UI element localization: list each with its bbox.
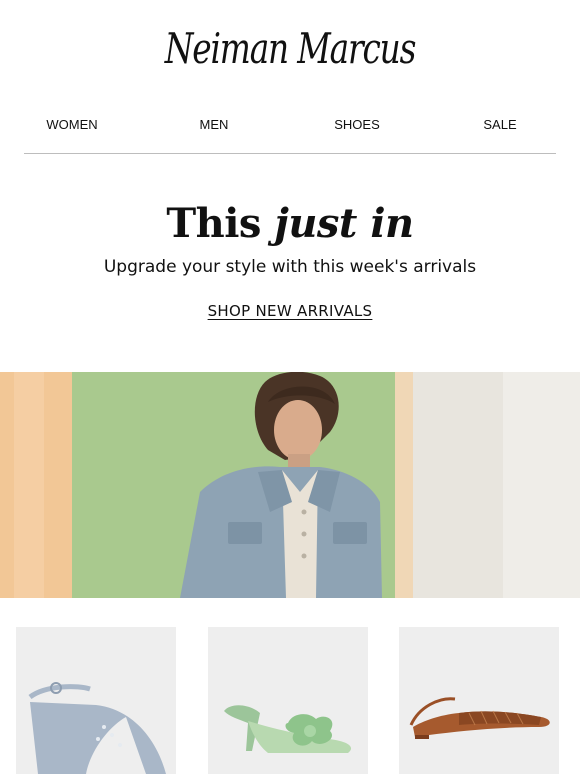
promo-subhead: Upgrade your style with this week's arri… (103, 257, 477, 277)
nav-item-men[interactable]: MEN (200, 117, 229, 132)
promo-headline: This just in (0, 200, 580, 247)
main-nav: WOMEN MEN SHOES SALE (0, 117, 580, 133)
shop-new-arrivals-link[interactable]: SHOP NEW ARRIVALS (208, 302, 373, 320)
sandal-icon (16, 627, 176, 774)
hero-illustration (0, 372, 580, 598)
nav-item-women[interactable]: WOMEN (46, 117, 97, 132)
hero-image[interactable] (0, 372, 580, 598)
nav-item-sale[interactable]: SALE (483, 117, 516, 132)
flat-shoe-icon (399, 627, 559, 774)
mule-icon (208, 627, 368, 774)
product-card-mule[interactable] (208, 627, 368, 774)
brand-logo[interactable]: Neiman Marcus (64, 24, 516, 73)
product-card-sandal[interactable] (16, 627, 176, 774)
cta-wrapper: SHOP NEW ARRIVALS (0, 302, 580, 321)
product-card-flat[interactable] (399, 627, 559, 774)
nav-divider (24, 153, 556, 154)
headline-plain: This (166, 200, 261, 247)
nav-item-shoes[interactable]: SHOES (334, 117, 380, 132)
headline-italic: just in (274, 200, 414, 247)
